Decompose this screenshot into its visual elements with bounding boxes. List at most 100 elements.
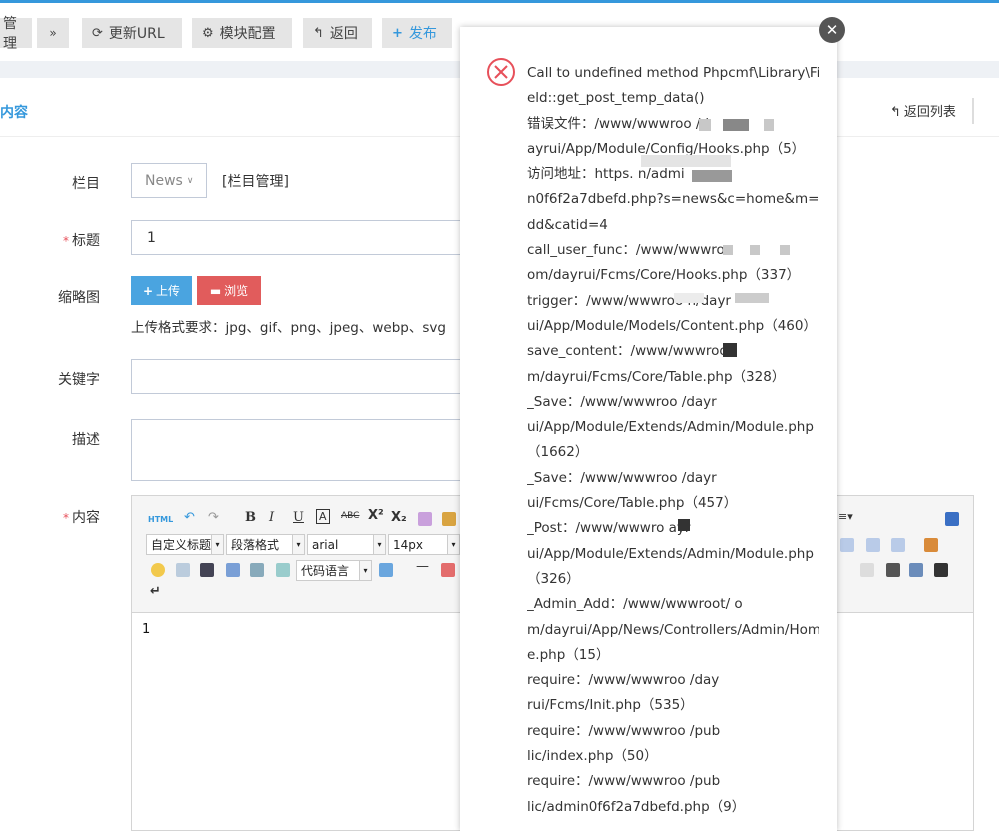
attachment-icon[interactable]	[226, 563, 240, 577]
strikethrough-icon[interactable]: ABC	[341, 511, 359, 521]
browse-button[interactable]: ▬ 浏览	[197, 276, 261, 305]
image-icon[interactable]	[176, 563, 190, 577]
subscript-icon[interactable]: X₂	[391, 510, 407, 525]
plus-icon: +	[142, 283, 154, 298]
caret-down-icon: ▾	[447, 535, 459, 554]
error-line: ui/App/Module/Extends/Admin/Module.php	[527, 545, 814, 562]
description-textarea[interactable]	[131, 419, 491, 481]
more-button[interactable]: »	[37, 18, 69, 48]
search-replace-icon[interactable]	[934, 563, 948, 577]
chevron-down-icon: ∨	[186, 175, 194, 186]
back-button[interactable]: ↰ 返回	[303, 18, 372, 48]
insert-image-icon[interactable]	[924, 538, 938, 552]
publish-button[interactable]: + 发布	[382, 18, 452, 48]
thumbnail-label-text: 缩略图	[58, 290, 100, 306]
video-icon[interactable]	[200, 563, 214, 577]
error-line: _Admin_Add：/www/wwwroot/ o	[527, 596, 743, 613]
manage-button[interactable]: 管理	[0, 16, 32, 52]
superscript-icon[interactable]: X²	[368, 508, 384, 523]
plus-icon: +	[392, 25, 403, 41]
module-config-button[interactable]: ⚙ 模块配置	[192, 18, 292, 48]
redaction	[692, 170, 732, 182]
fullscreen-icon[interactable]	[945, 512, 959, 526]
html-source-button[interactable]: HTML	[148, 515, 173, 524]
publish-label: 发布	[408, 26, 437, 42]
error-line: （326）	[527, 570, 580, 587]
frame-icon[interactable]	[276, 563, 290, 577]
editor-content[interactable]: 1	[142, 622, 150, 637]
keywords-label-text: 关键字	[58, 372, 100, 388]
error-line: call_user_func：/www/wwwroo	[527, 242, 734, 259]
upload-button[interactable]: + 上传	[131, 276, 192, 305]
redaction	[780, 245, 790, 255]
preview-icon[interactable]	[909, 563, 923, 577]
required-star: *	[63, 511, 69, 525]
undo-icon[interactable]: ↶	[184, 510, 195, 525]
redaction	[723, 245, 733, 255]
redo-icon[interactable]: ↷	[208, 510, 219, 525]
redaction	[750, 245, 760, 255]
align-right-icon[interactable]	[866, 538, 880, 552]
page-icon[interactable]	[860, 563, 874, 577]
align-justify-icon[interactable]	[891, 538, 905, 552]
close-dialog-button[interactable]: ✕	[819, 17, 845, 43]
list-icon[interactable]: ≡▾	[838, 510, 853, 523]
category-select-value: News	[145, 172, 183, 189]
caret-down-icon: ▾	[211, 535, 223, 554]
format-brush-icon[interactable]	[442, 512, 456, 526]
paragraph-select[interactable]: 段落格式 ▾	[226, 534, 305, 555]
table-icon[interactable]	[379, 563, 393, 577]
error-circle-x-icon	[487, 58, 515, 86]
italic-icon[interactable]: I	[269, 510, 274, 525]
font-border-icon[interactable]: A	[316, 509, 330, 524]
error-line: _Post：/www/wwwro ayr	[527, 520, 691, 537]
content-label: * 内容	[0, 507, 100, 527]
module-config-label: 模块配置	[219, 26, 276, 42]
chevron-double-down-icon: »	[49, 26, 57, 40]
category-select[interactable]: News ∨	[131, 163, 207, 198]
bold-icon[interactable]: B	[245, 510, 256, 525]
error-line: save_content：/www/wwwroo	[527, 343, 728, 360]
eraser-icon[interactable]	[418, 512, 432, 526]
font-select[interactable]: arial ▾	[307, 534, 386, 555]
emoji-icon[interactable]	[151, 563, 165, 577]
underline-icon[interactable]: U	[293, 510, 304, 525]
code-language-select-value: 代码语言	[301, 564, 350, 578]
horizontal-rule-icon[interactable]: —	[416, 559, 429, 574]
panel-header-divider	[972, 98, 974, 124]
category-manage-link[interactable]: [栏目管理]	[222, 171, 289, 191]
category-label-text: 栏目	[72, 176, 100, 192]
error-line: lic/index.php（50）	[527, 748, 658, 765]
date-icon[interactable]	[441, 563, 455, 577]
caret-down-icon: ▾	[373, 535, 385, 554]
panel-title: 内容	[0, 105, 28, 121]
redaction	[735, 293, 769, 303]
keywords-input[interactable]	[131, 359, 491, 394]
required-star: *	[63, 234, 69, 248]
gear-icon: ⚙	[202, 25, 214, 41]
back-to-list-link[interactable]: ↰ 返回列表	[890, 101, 956, 120]
redaction	[674, 293, 704, 303]
error-line: n0f6f2a7dbefd.php?s=news&c=home&m=a	[527, 191, 819, 208]
map-icon[interactable]	[250, 563, 264, 577]
error-line: require：/www/wwwroo /pub	[527, 773, 721, 790]
back-label: 返回	[329, 26, 358, 42]
error-line: lic/admin0f6f2a7dbefd.php（9）	[527, 798, 746, 815]
reply-arrow-icon: ↰	[890, 105, 901, 120]
caret-down-icon: ▾	[292, 535, 304, 554]
code-language-select[interactable]: 代码语言 ▾	[296, 560, 372, 581]
redaction	[678, 519, 690, 531]
error-line: dd&catid=4	[527, 216, 608, 233]
print-icon[interactable]	[886, 563, 900, 577]
update-url-button[interactable]: ⟳ 更新URL	[82, 18, 182, 48]
align-center-icon[interactable]	[840, 538, 854, 552]
back-list-label: 返回列表	[903, 105, 956, 120]
line-break-icon[interactable]: ↵	[150, 584, 161, 599]
reply-arrow-icon: ↰	[313, 25, 324, 41]
title-input[interactable]: 1	[131, 220, 491, 255]
font-size-select[interactable]: 14px ▾	[388, 534, 460, 555]
redaction	[699, 119, 711, 131]
folder-icon: ▬	[209, 283, 222, 298]
custom-title-select[interactable]: 自定义标题 ▾	[146, 534, 224, 555]
error-line: _Save：/www/wwwroo /dayr	[527, 469, 717, 486]
